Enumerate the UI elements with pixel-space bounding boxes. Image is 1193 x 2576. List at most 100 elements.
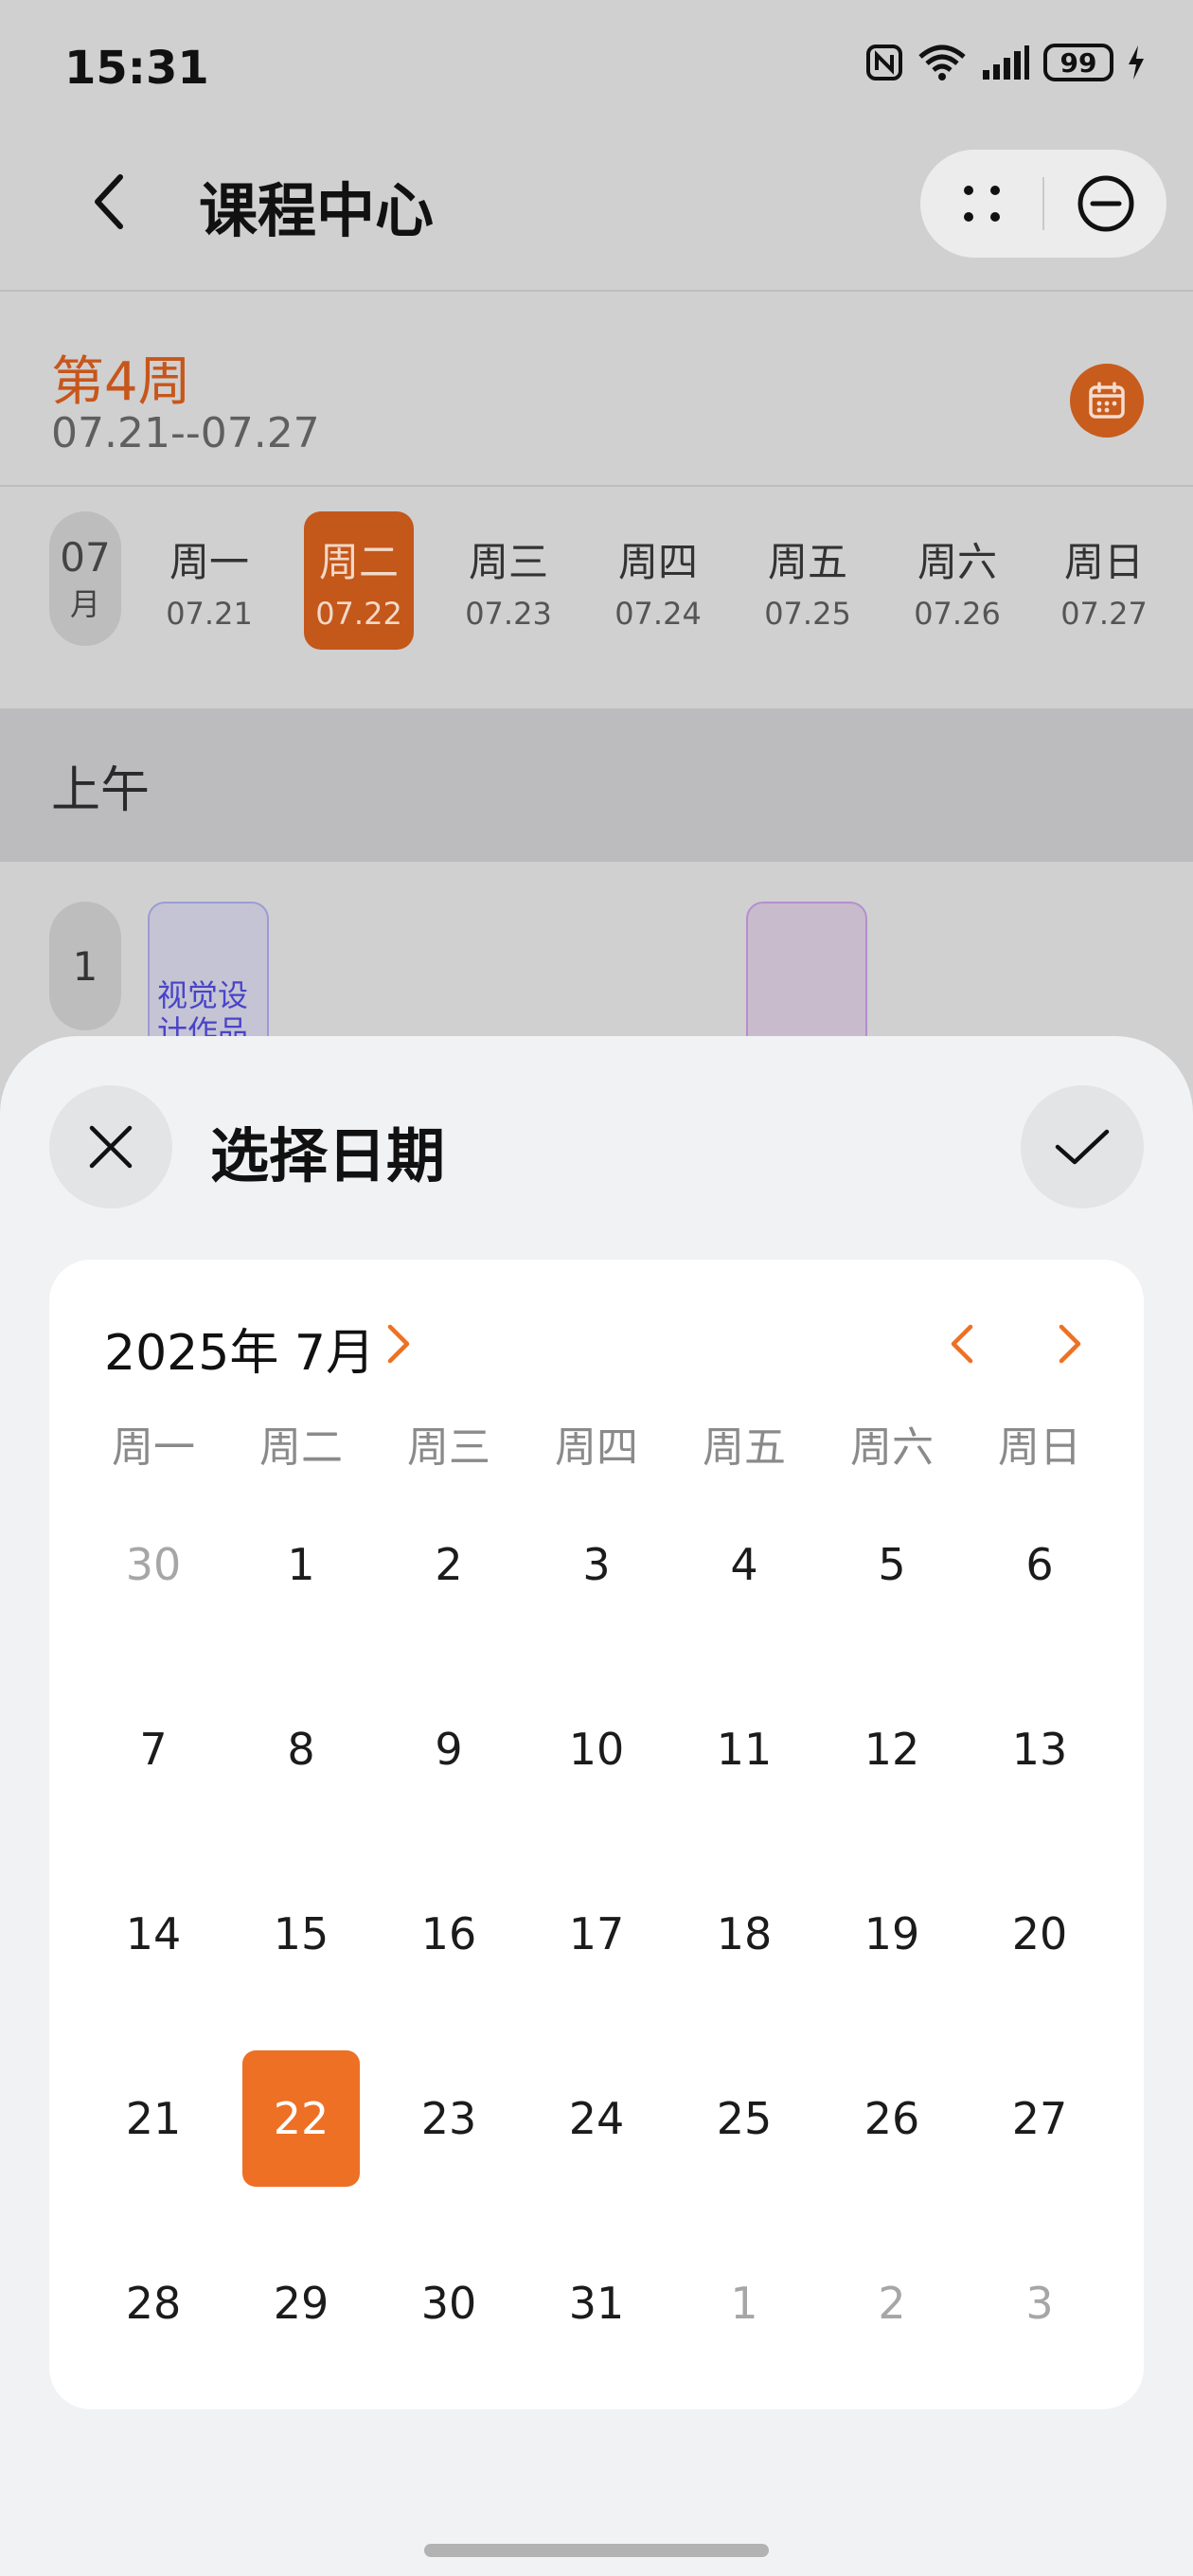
calendar-day[interactable]: 10	[523, 1681, 670, 1817]
calendar-day-number: 5	[878, 1539, 906, 1590]
calendar-day[interactable]: 29	[227, 2235, 375, 2371]
calendar-day[interactable]: 28	[80, 2235, 227, 2371]
check-icon	[1055, 1129, 1110, 1165]
calendar-day-number: 2	[878, 2278, 906, 2329]
calendar-day[interactable]: 27	[966, 2050, 1113, 2187]
calendar-day-number: 15	[273, 1908, 329, 1959]
prev-month-button[interactable]	[935, 1317, 988, 1370]
morning-section-band	[0, 708, 1193, 862]
weekday-header: 周五	[703, 1423, 786, 1472]
home-indicator	[424, 2544, 769, 2557]
status-time: 15:31	[64, 42, 209, 95]
calendar-day[interactable]: 12	[818, 1681, 966, 1817]
calendar-day-number: 30	[420, 2278, 477, 2329]
wifi-icon	[918, 45, 966, 80]
month-number: 07	[60, 533, 111, 581]
calendar-day-number: 29	[273, 2278, 329, 2329]
close-app-button[interactable]	[1044, 150, 1166, 258]
battery-icon: 99	[1043, 44, 1113, 81]
weekday-header: 周一	[112, 1423, 195, 1472]
weekday-header: 周六	[850, 1423, 934, 1472]
calendar-day-number: 10	[568, 1724, 625, 1775]
calendar-day[interactable]: 1	[227, 1496, 375, 1633]
chevron-left-icon	[951, 1324, 973, 1364]
close-button[interactable]	[49, 1085, 172, 1208]
sheet-title: 选择日期	[210, 1121, 446, 1190]
calendar-day[interactable]: 6	[966, 1496, 1113, 1633]
close-icon	[89, 1125, 133, 1169]
week-day-mon[interactable]: 周一 07.21	[154, 511, 264, 650]
calendar-day[interactable]: 30	[80, 1496, 227, 1633]
calendar-day[interactable]: 24	[523, 2050, 670, 2187]
calendar-day[interactable]: 18	[670, 1866, 818, 2002]
calendar-day[interactable]: 11	[670, 1681, 818, 1817]
calendar-day-number: 11	[716, 1724, 773, 1775]
week-day-wed[interactable]: 周三 07.23	[454, 511, 563, 650]
calendar-day-number: 27	[1011, 2093, 1068, 2144]
calendar-day-number: 18	[716, 1908, 773, 1959]
calendar-day[interactable]: 31	[523, 2235, 670, 2371]
calendar-day-number: 6	[1025, 1539, 1054, 1590]
month-select-button[interactable]	[372, 1317, 425, 1370]
calendar-day-number: 22	[242, 2050, 360, 2187]
more-button[interactable]	[920, 150, 1042, 258]
calendar-day-number: 2	[435, 1539, 463, 1590]
calendar-day-number: 13	[1011, 1724, 1068, 1775]
calendar-day[interactable]: 30	[375, 2235, 523, 2371]
calendar-day-number: 28	[125, 2278, 182, 2329]
calendar-day[interactable]: 26	[818, 2050, 966, 2187]
calendar-day-selected[interactable]: 22	[227, 2050, 375, 2187]
calendar-day[interactable]: 15	[227, 1866, 375, 2002]
calendar-day[interactable]: 9	[375, 1681, 523, 1817]
calendar-day[interactable]: 4	[670, 1496, 818, 1633]
month-chip: 07 月	[49, 511, 121, 646]
calendar-day-number: 9	[435, 1724, 463, 1775]
calendar-day-number: 19	[864, 1908, 920, 1959]
calendar-day[interactable]: 16	[375, 1866, 523, 2002]
calendar-day[interactable]: 19	[818, 1866, 966, 2002]
weekday-header: 周四	[555, 1423, 638, 1472]
week-day-thu[interactable]: 周四 07.24	[603, 511, 713, 650]
week-day-fri[interactable]: 周五 07.25	[753, 511, 863, 650]
week-day-tue-selected[interactable]: 周二 07.22	[304, 511, 414, 650]
calendar-day[interactable]: 7	[80, 1681, 227, 1817]
calendar-day-number: 4	[730, 1539, 758, 1590]
page-title: 课程中心	[199, 176, 435, 245]
month-title: 2025年 7月	[104, 1325, 375, 1382]
header-divider	[0, 290, 1193, 292]
calendar-day[interactable]: 5	[818, 1496, 966, 1633]
calendar-icon	[1089, 382, 1125, 419]
calendar-day-number: 3	[1025, 2278, 1054, 2329]
calendar-day[interactable]: 3	[523, 1496, 670, 1633]
calendar-day-number: 23	[420, 2093, 477, 2144]
calendar-day-number: 7	[139, 1724, 168, 1775]
calendar-day[interactable]: 21	[80, 2050, 227, 2187]
calendar-day[interactable]: 3	[966, 2235, 1113, 2371]
period-number: 1	[49, 902, 121, 1030]
calendar-day[interactable]: 8	[227, 1681, 375, 1817]
week-day-sat[interactable]: 周六 07.26	[902, 511, 1012, 650]
back-button[interactable]	[76, 159, 142, 244]
calendar-day-number: 25	[716, 2093, 773, 2144]
week-day-sun[interactable]: 周日 07.27	[1049, 511, 1159, 650]
week-label: 第4周	[51, 351, 191, 413]
morning-section-label: 上午	[51, 762, 151, 819]
calendar-day[interactable]: 1	[670, 2235, 818, 2371]
confirm-button[interactable]	[1021, 1085, 1144, 1208]
next-month-button[interactable]	[1043, 1317, 1096, 1370]
week-range: 07.21--07.27	[51, 409, 320, 457]
calendar-day[interactable]: 2	[818, 2235, 966, 2371]
weekday-header: 周三	[407, 1423, 490, 1472]
calendar-day[interactable]: 25	[670, 2050, 818, 2187]
calendar-day[interactable]: 2	[375, 1496, 523, 1633]
calendar-day[interactable]: 17	[523, 1866, 670, 2002]
calendar-day[interactable]: 14	[80, 1866, 227, 2002]
calendar-day[interactable]: 23	[375, 2050, 523, 2187]
calendar-day-number: 1	[730, 2278, 758, 2329]
calendar-day[interactable]: 20	[966, 1866, 1113, 2002]
calendar-button[interactable]	[1070, 364, 1144, 438]
calendar-day[interactable]: 13	[966, 1681, 1113, 1817]
weekday-header: 周二	[259, 1423, 343, 1472]
calendar-day-number: 26	[864, 2093, 920, 2144]
calendar-day-number: 30	[125, 1539, 182, 1590]
